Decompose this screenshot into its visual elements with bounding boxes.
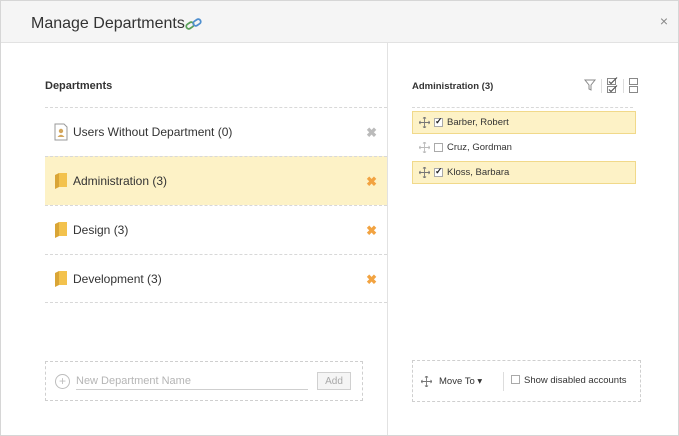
department-label: Users Without Department (0) (73, 125, 233, 139)
new-department-form: + Add (45, 361, 363, 401)
new-department-input[interactable] (76, 373, 308, 390)
check-all-icon[interactable] (605, 77, 619, 93)
department-item-administration[interactable]: Administration (3) ✖ (45, 156, 387, 205)
member-name: Cruz, Gordman (447, 142, 512, 153)
department-item-users-without-department[interactable]: Users Without Department (0) ✖ (45, 107, 387, 156)
member-checkbox[interactable] (434, 166, 443, 177)
member-row[interactable]: Cruz, Gordman (412, 136, 636, 159)
uncheck-all-icon[interactable] (627, 77, 641, 93)
move-icon (421, 376, 432, 387)
member-row[interactable]: Kloss, Barbara (412, 161, 636, 184)
department-label: Design (3) (73, 223, 129, 237)
department-members-panel: Administration (3) ✓ Barber, Robert Cruz… (387, 43, 678, 435)
show-disabled-label[interactable]: Show disabled accounts (524, 375, 626, 386)
toolbar-divider (601, 79, 602, 93)
departments-heading: Departments (45, 80, 113, 92)
manage-departments-dialog: Manage Departments × Departments Users W… (0, 0, 679, 436)
member-name: Kloss, Barbara (447, 167, 510, 178)
folder-icon (55, 222, 67, 238)
folder-icon (55, 271, 67, 287)
member-checkbox[interactable] (434, 116, 443, 127)
member-checkbox[interactable] (434, 143, 443, 152)
close-button[interactable]: × (660, 13, 668, 29)
remove-department-icon[interactable]: ✖ (366, 223, 377, 239)
move-icon[interactable] (419, 117, 430, 128)
department-item-development[interactable]: Development (3) ✖ (45, 254, 387, 303)
department-item-design[interactable]: Design (3) ✖ (45, 205, 387, 254)
show-disabled-checkbox[interactable] (511, 375, 520, 384)
plus-icon: + (55, 374, 70, 389)
member-toolbar (583, 77, 639, 95)
department-label: Administration (3) (73, 174, 168, 188)
link-icon (185, 18, 202, 30)
toolbar-divider (623, 79, 624, 93)
members-divider (412, 107, 633, 108)
member-list: Barber, Robert Cruz, Gordman Kloss, Barb… (412, 111, 636, 186)
member-row[interactable]: Barber, Robert (412, 111, 636, 134)
departments-panel: Departments Users Without Department (0)… (1, 43, 387, 435)
member-name: Barber, Robert (447, 117, 509, 128)
dialog-title: Manage Departments (31, 15, 185, 32)
move-icon[interactable] (419, 142, 430, 153)
user-card-icon (54, 123, 68, 141)
remove-department-icon[interactable]: ✖ (366, 174, 377, 190)
members-heading: Administration (3) (412, 81, 494, 92)
move-icon[interactable] (419, 167, 430, 178)
remove-department-icon[interactable]: ✖ (366, 272, 377, 288)
filter-icon[interactable] (583, 77, 597, 93)
footer-divider (503, 372, 504, 391)
remove-department-icon[interactable]: ✖ (366, 125, 377, 141)
department-list: Users Without Department (0) ✖ Administr… (45, 107, 387, 303)
folder-icon (55, 173, 67, 189)
department-label: Development (3) (73, 272, 162, 286)
dialog-header: Manage Departments × (1, 1, 678, 43)
members-footer: Move To ▾ Show disabled accounts (412, 360, 641, 402)
move-to-dropdown[interactable]: Move To ▾ (439, 376, 482, 387)
add-department-button[interactable]: Add (317, 372, 351, 390)
